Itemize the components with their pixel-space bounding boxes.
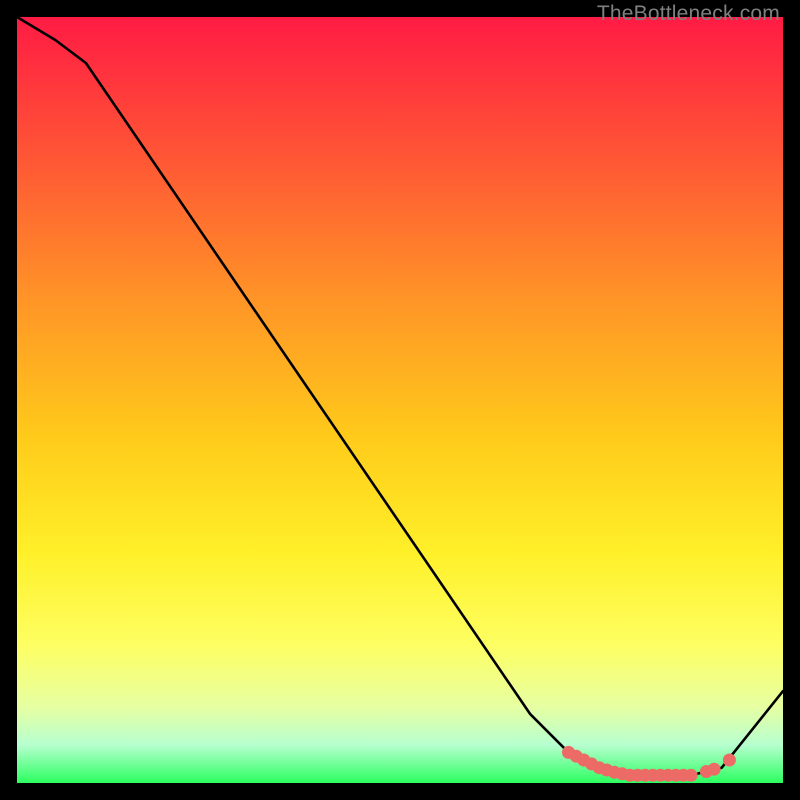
chart-svg bbox=[17, 17, 783, 783]
plot-area bbox=[17, 17, 783, 783]
chart-stage: TheBottleneck.com bbox=[0, 0, 800, 800]
attribution-text: TheBottleneck.com bbox=[597, 2, 780, 26]
